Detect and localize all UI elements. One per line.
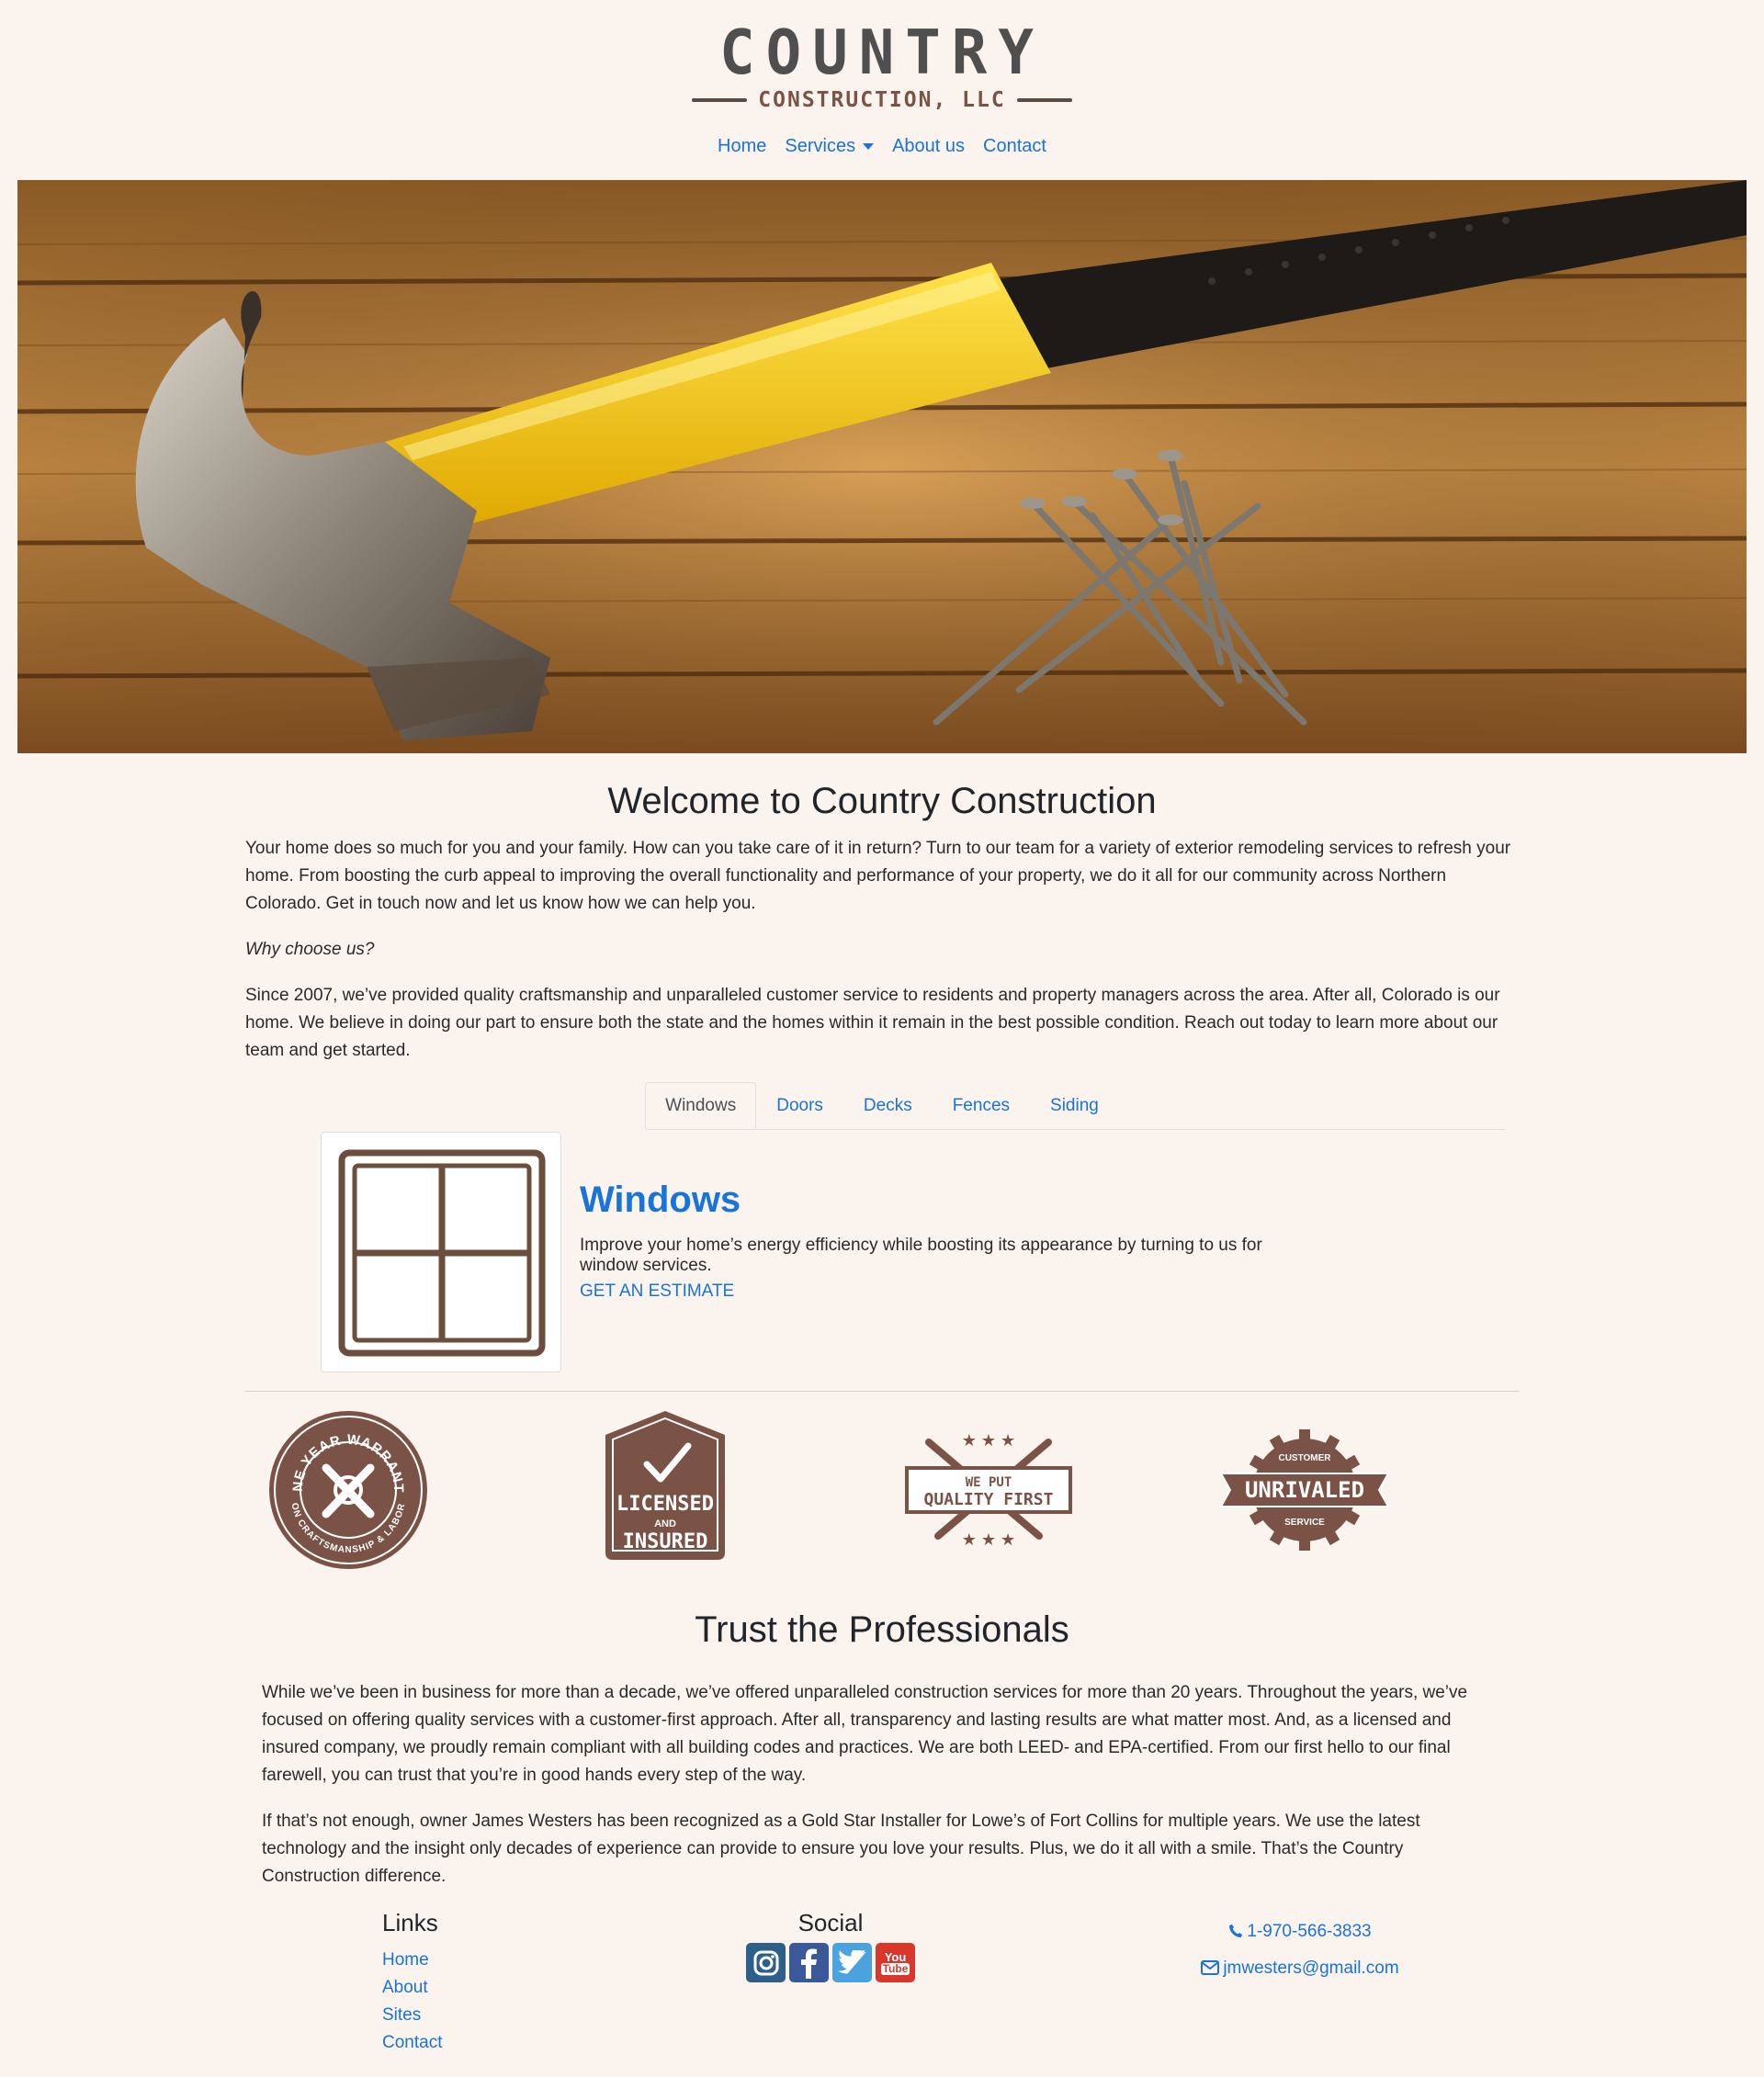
facebook-icon[interactable]	[789, 1943, 829, 1982]
site-footer: Links Home About Sites Contact Social Yo…	[0, 1909, 1764, 2074]
footer-link-about[interactable]: About	[382, 1978, 428, 1997]
svg-text:★ ★ ★: ★ ★ ★	[962, 1530, 1015, 1549]
services-tabs: Windows Doors Decks Fences Siding	[245, 1082, 1519, 1130]
social-heading: Social	[797, 1909, 864, 1936]
footer-social: Social You Tube	[744, 1909, 917, 1982]
nav-contact[interactable]: Contact	[983, 136, 1046, 157]
tabs-underline	[646, 1129, 1505, 1130]
email-link[interactable]: jmwesters@gmail.com	[1176, 1958, 1424, 1979]
svg-text:QUALITY FIRST: QUALITY FIRST	[924, 1490, 1054, 1509]
trust-paragraph-1: While we’ve been in business for more th…	[262, 1683, 1468, 1785]
logo-rule-left	[692, 98, 748, 102]
service-card: Windows Improve your home’s energy effic…	[321, 1132, 1285, 1372]
trust-badges: ONE YEAR WARRANTY ON CRAFTSMANSHIP & LAB…	[245, 1407, 1519, 1573]
svg-text:AND: AND	[654, 1518, 676, 1530]
email-address[interactable]: jmwesters@gmail.com	[1223, 1958, 1398, 1978]
hammer-and-nails-photo	[17, 180, 1747, 753]
get-estimate-link[interactable]: GET AN ESTIMATE	[580, 1281, 734, 1302]
svg-text:CUSTOMER: CUSTOMER	[1278, 1453, 1331, 1463]
hero-image	[17, 180, 1747, 753]
quality-first-badge: ★ ★ ★ WE PUT QUALITY FIRST ★ ★ ★	[905, 1431, 1072, 1549]
intro-paragraph: Your home does so much for you and your …	[245, 839, 1511, 913]
phone-number[interactable]: 1-970-566-3833	[1247, 1922, 1371, 1941]
logo-sub-text: CONSTRUCTION, LLC	[758, 88, 1006, 112]
trust-paragraph-2: If that’s not enough, owner James Wester…	[262, 1812, 1420, 1886]
nav-services-dropdown[interactable]: Services	[785, 136, 875, 157]
company-logo[interactable]: COUNTRY CONSTRUCTION, LLC	[692, 17, 1072, 112]
envelope-icon	[1201, 1960, 1220, 1975]
svg-text:★ ★ ★: ★ ★ ★	[962, 1431, 1015, 1450]
main-content: Welcome to Country Construction Your hom…	[245, 781, 1519, 1886]
tab-doors[interactable]: Doors	[756, 1082, 843, 1129]
since-paragraph: Since 2007, we’ve provided quality craft…	[245, 986, 1500, 1060]
tab-decks[interactable]: Decks	[843, 1082, 933, 1129]
footer-link-home[interactable]: Home	[382, 1950, 429, 1970]
trust-heading: Trust the Professionals	[695, 1609, 1069, 1650]
main-nav: Home Services About us Contact	[0, 136, 1764, 157]
welcome-heading: Welcome to Country Construction	[607, 781, 1157, 821]
trust-section: While we’ve been in business for more th…	[262, 1679, 1502, 1909]
svg-text:SERVICE: SERVICE	[1284, 1518, 1325, 1528]
footer-link-sites[interactable]: Sites	[382, 2005, 421, 2025]
svg-text:INSURED: INSURED	[623, 1530, 708, 1553]
tab-windows[interactable]: Windows	[645, 1082, 757, 1129]
svg-text:UNRIVALED: UNRIVALED	[1245, 1477, 1364, 1503]
card-text: Improve your home’s energy efficiency wh…	[580, 1236, 1262, 1275]
nav-about[interactable]: About us	[892, 136, 965, 157]
phone-link[interactable]: 1-970-566-3833	[1176, 1922, 1424, 1942]
phone-icon	[1229, 1924, 1243, 1937]
card-title: Windows	[580, 1180, 741, 1220]
licensed-insured-badge: LICENSED AND INSURED	[605, 1411, 725, 1560]
tab-fences[interactable]: Fences	[933, 1082, 1030, 1129]
svg-text:WE PUT: WE PUT	[966, 1475, 1012, 1490]
links-heading: Links	[382, 1909, 438, 1936]
twitter-icon[interactable]	[832, 1943, 872, 1982]
site-header: COUNTRY CONSTRUCTION, LLC Home Services …	[0, 0, 1764, 157]
tab-siding[interactable]: Siding	[1030, 1082, 1119, 1129]
unrivaled-service-badge: UNRIVALED CUSTOMER SERVICE	[1219, 1429, 1390, 1551]
logo-rule-right	[1016, 98, 1072, 102]
logo-main-text: COUNTRY	[719, 17, 1045, 89]
why-choose-us: Why choose us?	[245, 940, 375, 959]
footer-links: Links Home About Sites Contact	[382, 1909, 442, 2057]
caret-down-icon	[863, 143, 875, 151]
svg-text:LICENSED: LICENSED	[616, 1493, 714, 1516]
section-divider	[245, 1391, 1519, 1392]
nav-home[interactable]: Home	[718, 136, 766, 157]
window-icon	[321, 1132, 561, 1372]
youtube-icon[interactable]: You Tube	[876, 1943, 915, 1982]
instagram-icon[interactable]	[746, 1943, 786, 1982]
footer-contact: 1-970-566-3833 jmwesters@gmail.com	[1176, 1922, 1424, 1995]
footer-link-contact[interactable]: Contact	[382, 2033, 442, 2052]
warranty-badge: ONE YEAR WARRANTY ON CRAFTSMANSHIP & LAB…	[266, 1407, 427, 1569]
nav-services-label: Services	[785, 136, 856, 156]
